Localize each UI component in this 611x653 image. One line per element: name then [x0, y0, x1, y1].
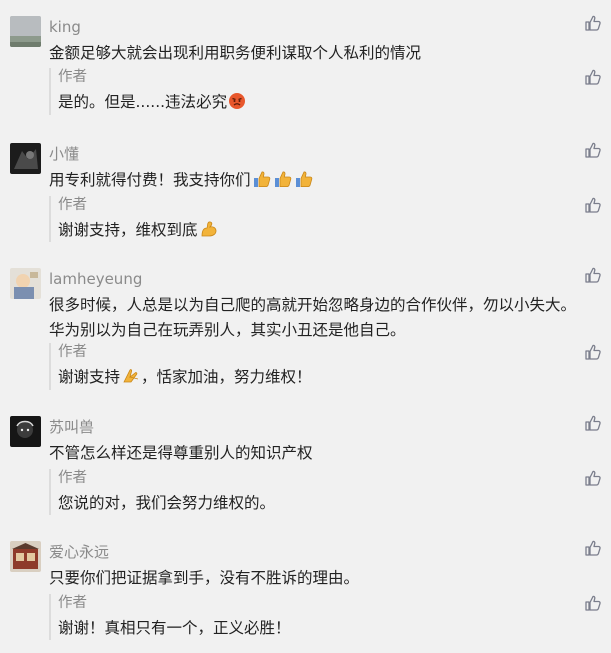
flexed-biceps-emoji-icon — [199, 220, 219, 244]
reply-text: 谢谢支持，维权到底 — [58, 219, 578, 244]
reply-author-label: 作者 — [58, 69, 87, 85]
comment-text: 只要你们把证据拿到手，没有不胜诉的理由。 — [49, 569, 360, 587]
reply-text-body: 谢谢支持，维权到底 — [58, 221, 198, 239]
commenter-name[interactable]: 小懂 — [49, 145, 79, 163]
reply-author-label: 作者 — [58, 595, 87, 611]
avatar[interactable] — [10, 416, 41, 447]
avatar[interactable] — [10, 16, 41, 47]
reply-author-label: 作者 — [58, 344, 87, 360]
commenter-name[interactable]: king — [49, 18, 81, 36]
author-reply: 作者 您说的对，我们会努力维权的。 — [49, 469, 583, 515]
reply-like-icon[interactable] — [584, 196, 602, 214]
reply-like-icon[interactable] — [584, 68, 602, 86]
thumbs-up-emoji-icon — [294, 170, 314, 196]
like-icon[interactable] — [584, 266, 602, 284]
avatar[interactable] — [10, 143, 41, 174]
comment-text: 很多时候，人总是以为自己爬的高就开始忽略身边的合作伙伴，勿以小失大。华为别以为自… — [49, 296, 577, 339]
comment-text: 用专利就得付费！我支持你们 — [49, 168, 581, 196]
avatar[interactable] — [10, 268, 41, 299]
thumbs-up-emoji-icon — [273, 170, 293, 196]
reply-text: 谢谢！真相只有一个，正义必胜！ — [58, 619, 291, 637]
reply-like-icon[interactable] — [584, 343, 602, 361]
reply-text: 谢谢支持 ，恬家加油，努力维权！ — [58, 366, 578, 391]
comment-text: 金额足够大就会出现利用职务便利谋取个人私利的情况 — [49, 44, 422, 62]
like-icon[interactable] — [584, 14, 602, 32]
commenter-name[interactable]: 爱心永远 — [49, 543, 109, 561]
reply-like-icon[interactable] — [584, 594, 602, 612]
reply-author-label: 作者 — [58, 470, 87, 486]
reply-text-body: 是的。但是......违法必究 — [58, 93, 228, 111]
folded-hands-emoji-icon — [121, 367, 141, 391]
reply-author-label: 作者 — [58, 197, 87, 213]
like-icon[interactable] — [584, 141, 602, 159]
comment-text-body: 用专利就得付费！我支持你们 — [49, 171, 251, 189]
reply-text: 是的。但是......违法必究 — [58, 91, 578, 116]
reply-text-tail: ，恬家加油，努力维权！ — [141, 368, 312, 386]
author-reply: 作者 是的。但是......违法必究 — [49, 68, 583, 115]
thumbs-up-emoji-icon — [252, 170, 272, 196]
author-reply: 作者 谢谢！真相只有一个，正义必胜！ — [49, 594, 583, 640]
author-reply: 作者 谢谢支持 ，恬家加油，努力维权！ — [49, 343, 583, 390]
like-icon[interactable] — [584, 539, 602, 557]
avatar[interactable] — [10, 541, 41, 572]
commenter-name[interactable]: 苏叫兽 — [49, 418, 94, 436]
like-icon[interactable] — [584, 414, 602, 432]
author-reply: 作者 谢谢支持，维权到底 — [49, 196, 583, 242]
comment-section: king 金额足够大就会出现利用职务便利谋取个人私利的情况 作者 是的。但是..… — [0, 0, 611, 653]
reply-text-body: 谢谢支持 — [58, 368, 121, 386]
comment-text: 不管怎么样还是得尊重别人的知识产权 — [49, 444, 313, 462]
reply-like-icon[interactable] — [584, 469, 602, 487]
reply-text: 您说的对，我们会努力维权的。 — [58, 494, 276, 512]
commenter-name[interactable]: lamheyeung — [49, 270, 142, 288]
angry-face-emoji-icon — [228, 92, 246, 116]
